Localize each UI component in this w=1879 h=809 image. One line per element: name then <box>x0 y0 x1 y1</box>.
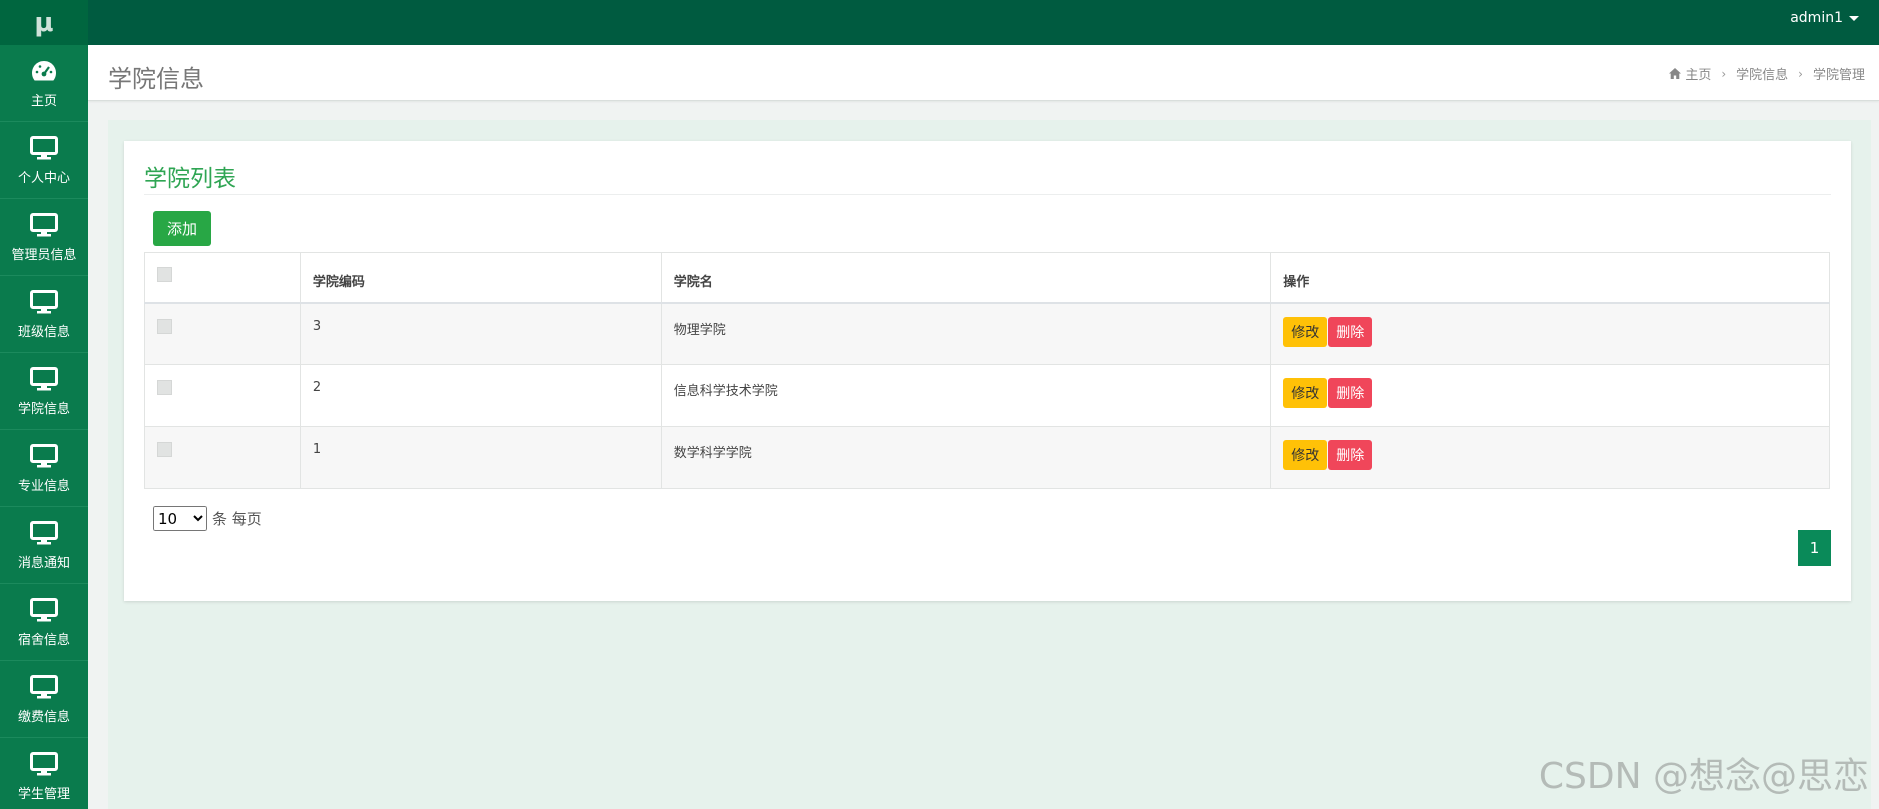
sidebar-item-payment-info[interactable]: 缴费信息 <box>0 661 88 738</box>
column-header-name[interactable]: 学院名 <box>660 252 1272 304</box>
sidebar-item-label: 班级信息 <box>17 324 70 340</box>
delete-button[interactable]: 删除 <box>1328 440 1373 470</box>
sidebar-item-label: 主页 <box>30 93 57 109</box>
chevron-right-icon: › <box>1798 66 1803 81</box>
dashboard-icon <box>31 58 57 84</box>
edit-button[interactable]: 修改 <box>1283 378 1328 408</box>
sidebar-item-label: 消息通知 <box>17 555 70 571</box>
row-checkbox[interactable] <box>157 318 172 334</box>
sidebar-item-dorm-info[interactable]: 宿舍信息 <box>0 584 88 661</box>
college-name-cell: 物理学院 <box>660 302 1272 365</box>
breadcrumb: 主页 › 学院信息 › 学院管理 <box>1669 64 1865 83</box>
college-name-cell: 数学科学学院 <box>660 426 1272 489</box>
caret-down-icon <box>1849 15 1859 21</box>
college-list-card: 学院列表 添加 学院编码 学院名 操作 3 物理学院 修改 删除 2 信息科学技… <box>124 141 1851 601</box>
college-code-cell: 2 <box>299 364 662 427</box>
monitor-icon <box>30 674 58 700</box>
card-title: 学院列表 <box>144 166 236 192</box>
row-select-cell <box>144 302 301 365</box>
breadcrumb-home[interactable]: 主页 <box>1669 64 1711 83</box>
pagination-page-button[interactable]: 1 <box>1798 530 1831 566</box>
sidebar-item-label: 缴费信息 <box>17 709 70 725</box>
user-name: admin1 <box>1790 10 1843 26</box>
edit-button[interactable]: 修改 <box>1283 440 1328 470</box>
sidebar-item-label: 学院信息 <box>17 401 70 417</box>
page-size-select[interactable]: 10 <box>153 506 207 531</box>
add-button[interactable]: 添加 <box>153 211 211 246</box>
home-icon <box>1669 68 1682 79</box>
college-name-cell: 信息科学技术学院 <box>660 364 1272 427</box>
select-all-checkbox[interactable] <box>157 267 172 282</box>
page-header: 学院信息 主页 › 学院信息 › 学院管理 <box>88 45 1879 101</box>
watermark: CSDN @想念@思恋 <box>1538 756 1869 797</box>
sidebar-item-home[interactable]: 主页 <box>0 45 88 122</box>
sidebar-item-label: 管理员信息 <box>11 247 77 263</box>
table-row: 1 数学科学学院 修改 删除 <box>144 426 1830 489</box>
college-table: 学院编码 学院名 操作 3 物理学院 修改 删除 2 信息科学技术学院 修改 删… <box>144 252 1830 489</box>
top-bar: μ admin1 <box>0 0 1879 45</box>
sidebar-item-label: 宿舍信息 <box>17 632 70 648</box>
table-row: 2 信息科学技术学院 修改 删除 <box>144 364 1830 427</box>
sidebar-item-label: 个人中心 <box>17 170 70 186</box>
actions-cell: 修改 删除 <box>1270 426 1830 489</box>
user-menu[interactable]: admin1 <box>1790 0 1859 36</box>
table-header-row: 学院编码 学院名 操作 <box>144 252 1830 304</box>
divider <box>144 194 1831 195</box>
college-code-cell: 3 <box>299 302 662 365</box>
college-code-cell: 1 <box>299 426 662 489</box>
sidebar: 主页 个人中心 管理员信息 班级信息 学院信息 专业信息 消息通知 宿舍信息 缴… <box>0 45 88 809</box>
monitor-icon <box>30 366 58 392</box>
monitor-icon <box>30 212 58 238</box>
monitor-icon <box>30 520 58 546</box>
sidebar-item-label: 学生管理 <box>17 786 70 802</box>
page-title: 学院信息 <box>108 65 204 93</box>
monitor-icon <box>30 135 58 161</box>
breadcrumb-label: 主页 <box>1685 68 1712 83</box>
sidebar-item-major-info[interactable]: 专业信息 <box>0 430 88 507</box>
page-size-control: 10 条 每页 <box>153 506 262 531</box>
chevron-right-icon: › <box>1721 66 1727 81</box>
monitor-icon <box>30 597 58 623</box>
column-header-code[interactable]: 学院编码 <box>299 252 662 304</box>
page-size-suffix: 条 每页 <box>212 510 262 528</box>
monitor-icon <box>30 751 58 777</box>
sidebar-item-personal-center[interactable]: 个人中心 <box>0 122 88 199</box>
row-select-cell <box>144 364 301 427</box>
column-header-actions: 操作 <box>1270 252 1830 304</box>
row-select-cell <box>144 426 301 489</box>
edit-button[interactable]: 修改 <box>1283 316 1328 347</box>
sidebar-item-label: 专业信息 <box>17 478 70 494</box>
delete-button[interactable]: 删除 <box>1328 378 1373 408</box>
sidebar-item-admin-info[interactable]: 管理员信息 <box>0 199 88 276</box>
breadcrumb-college-management: 学院管理 <box>1812 68 1865 83</box>
delete-button[interactable]: 删除 <box>1328 316 1373 347</box>
monitor-icon <box>30 289 58 315</box>
sidebar-item-student-management[interactable]: 学生管理 <box>0 738 88 809</box>
select-all-cell <box>144 252 301 304</box>
actions-cell: 修改 删除 <box>1270 302 1830 365</box>
sidebar-item-class-info[interactable]: 班级信息 <box>0 276 88 353</box>
actions-cell: 修改 删除 <box>1270 364 1830 427</box>
breadcrumb-college-info[interactable]: 学院信息 <box>1736 64 1788 83</box>
row-checkbox[interactable] <box>157 442 172 457</box>
monitor-icon <box>30 443 58 469</box>
row-checkbox[interactable] <box>157 380 172 395</box>
table-row: 3 物理学院 修改 删除 <box>144 302 1830 365</box>
sidebar-item-notifications[interactable]: 消息通知 <box>0 507 88 584</box>
logo[interactable]: μ <box>0 0 88 45</box>
sidebar-item-college-info[interactable]: 学院信息 <box>0 353 88 430</box>
